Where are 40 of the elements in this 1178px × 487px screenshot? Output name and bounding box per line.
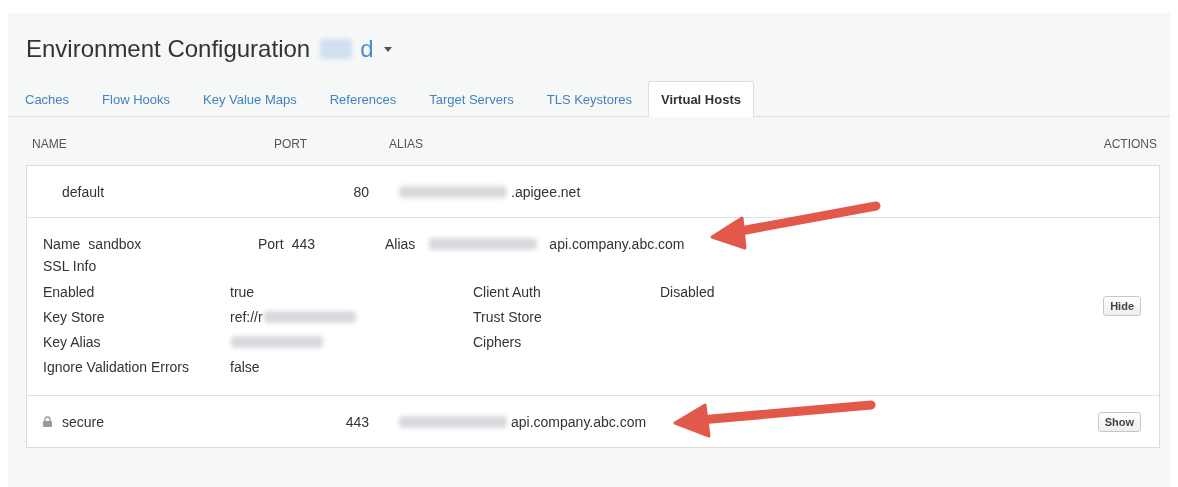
- field-label: Port: [258, 235, 284, 252]
- field-value: true: [230, 283, 255, 300]
- field-value: Disabled: [660, 283, 715, 300]
- field-label: Trust Store: [473, 308, 542, 325]
- field-label: Ciphers: [473, 333, 522, 350]
- tab[interactable]: Caches: [8, 82, 86, 117]
- section-title: SSL Info: [43, 257, 98, 276]
- field-label: Alias: [385, 235, 416, 252]
- page-title: Environment Configuration: [26, 35, 311, 63]
- tab[interactable]: Key Value Maps: [186, 82, 313, 117]
- host-port: 443: [291, 235, 316, 252]
- field-label: Ignore Validation Errors: [43, 358, 191, 375]
- field-label: Key Alias: [43, 333, 102, 350]
- host-alias: api.company.abc.com: [549, 235, 685, 252]
- tab[interactable]: References: [312, 82, 413, 117]
- field-label: Key Store: [43, 308, 106, 325]
- host-alias: api.company.abc.com: [511, 413, 647, 430]
- environment-dropdown[interactable]: d: [320, 35, 392, 63]
- field-value: false: [230, 358, 260, 375]
- host-name: default: [62, 183, 105, 200]
- column-header: NAME: [32, 137, 68, 151]
- field-value: ref://r: [230, 308, 263, 325]
- field-label: Enabled: [43, 283, 96, 300]
- show-button[interactable]: Show: [1097, 411, 1141, 432]
- hide-button[interactable]: Hide: [1103, 296, 1141, 316]
- tab[interactable]: Flow Hooks: [85, 82, 186, 117]
- field-label: Name: [43, 235, 81, 252]
- host-alias: .apigee.net: [511, 183, 581, 200]
- caret-icon: [383, 46, 392, 52]
- column-header: ACTIONS: [1103, 137, 1157, 151]
- column-header: ALIAS: [389, 137, 425, 151]
- tab[interactable]: Target Servers: [412, 82, 530, 117]
- host-name: secure: [62, 413, 105, 430]
- tab[interactable]: Virtual Hosts: [648, 81, 754, 117]
- host-port: 80: [352, 183, 369, 200]
- host-name: sandbox: [88, 235, 142, 252]
- column-header: PORT: [274, 137, 309, 151]
- tab[interactable]: TLS Keystores: [529, 82, 648, 117]
- host-port: 443: [344, 413, 369, 430]
- field-label: Client Auth: [473, 283, 541, 300]
